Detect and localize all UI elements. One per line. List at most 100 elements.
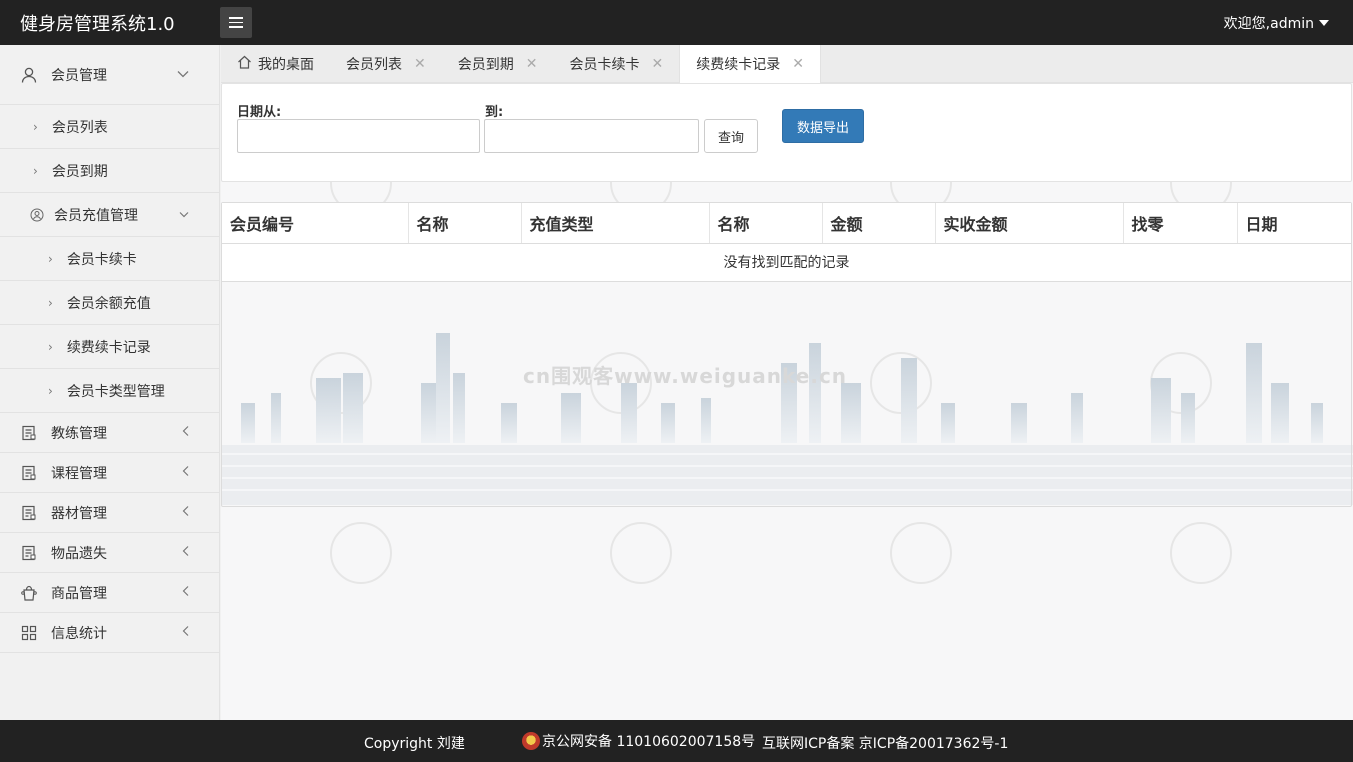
- tab-member-expiry[interactable]: 会员到期 ✕: [442, 45, 554, 83]
- column-header[interactable]: 会员编号: [222, 203, 409, 244]
- sidebar-item-label: 会员列表: [51, 119, 108, 136]
- chevron-left-icon: [182, 545, 189, 560]
- user-greeting: 欢迎您,admin: [1223, 16, 1314, 32]
- sidebar-item-label: 教练管理: [51, 425, 107, 442]
- query-button[interactable]: 查询: [704, 119, 758, 153]
- tab-renewal-records[interactable]: 续费续卡记录 ✕: [679, 45, 821, 83]
- top-header: 健身房管理系统1.0 欢迎您,admin: [0, 0, 1353, 45]
- sidebar-item-label: 续费续卡记录: [66, 339, 151, 356]
- tab-my-desktop[interactable]: 我的桌面: [221, 45, 330, 83]
- column-header[interactable]: 找零: [1123, 203, 1238, 244]
- document-icon: [20, 464, 38, 482]
- sidebar-item-recharge-management[interactable]: 会员充值管理: [0, 193, 219, 237]
- police-badge-icon: [522, 732, 540, 750]
- table-header-row: 会员编号 名称 充值类型 名称 金额 实收金额 找零 日期: [222, 203, 1351, 244]
- close-icon[interactable]: ✕: [792, 56, 804, 72]
- chevron-down-icon: [177, 67, 189, 82]
- chevron-left-icon: [182, 585, 189, 600]
- caret-down-icon: [1319, 20, 1329, 26]
- sidebar-item-card-renewal[interactable]: › 会员卡续卡: [0, 237, 219, 281]
- user-menu[interactable]: 欢迎您,admin: [1224, 13, 1329, 33]
- chevron-left-icon: [182, 505, 189, 520]
- tab-label: 续费续卡记录: [696, 57, 781, 73]
- copyright-text: Copyright 刘建: [364, 736, 465, 752]
- home-icon: [237, 55, 252, 73]
- hamburger-icon: [229, 17, 243, 19]
- sidebar-item-label: 会员卡续卡: [66, 251, 137, 268]
- column-header[interactable]: 日期: [1237, 203, 1351, 244]
- column-header[interactable]: 名称: [709, 203, 823, 244]
- empty-message: 没有找到匹配的记录: [222, 243, 1351, 282]
- chevron-right-icon: ›: [48, 295, 53, 310]
- records-table-panel: 会员编号 名称 充值类型 名称 金额 实收金额 找零 日期 没有找到匹配的记录: [221, 202, 1352, 507]
- sidebar-item-label: 会员余额充值: [66, 295, 151, 312]
- close-icon[interactable]: ✕: [526, 56, 538, 72]
- filter-panel: 日期从: 到: 查询 数据导出: [221, 83, 1352, 182]
- hamburger-icon-line: [229, 26, 243, 28]
- bag-icon: [20, 584, 38, 602]
- column-header[interactable]: 实收金额: [935, 203, 1124, 244]
- tab-label: 会员列表: [346, 57, 402, 73]
- sidebar-item-product-management[interactable]: 商品管理: [0, 573, 219, 613]
- sidebar-item-label: 物品遗失: [51, 545, 107, 562]
- chevron-left-icon: [182, 425, 189, 440]
- sidebar-item-label: 会员充值管理: [54, 207, 138, 224]
- sidebar-item-label: 会员卡类型管理: [66, 383, 165, 400]
- document-icon: [20, 424, 38, 442]
- sidebar-item-member-list[interactable]: › 会员列表: [0, 105, 219, 149]
- app-title: 健身房管理系统1.0: [20, 14, 175, 35]
- sidebar-item-card-type-management[interactable]: › 会员卡类型管理: [0, 369, 219, 413]
- chevron-right-icon: ›: [33, 163, 38, 178]
- chevron-down-icon: [179, 207, 189, 222]
- sidebar-item-label: 会员管理: [51, 67, 107, 84]
- tab-bar: 我的桌面 会员列表 ✕ 会员到期 ✕ 会员卡续卡 ✕ 续费续卡记录 ✕: [221, 45, 1353, 83]
- sidebar-item-label: 信息统计: [51, 625, 107, 642]
- police-record-text: 京公网安备 11010602007158号: [542, 734, 756, 750]
- sidebar-item-label: 商品管理: [51, 585, 107, 602]
- tab-label: 会员到期: [457, 57, 514, 73]
- sidebar-item-renewal-records[interactable]: › 续费续卡记录: [0, 325, 219, 369]
- date-from-input[interactable]: [237, 119, 480, 153]
- date-from-label: 日期从:: [237, 105, 282, 120]
- chevron-right-icon: ›: [48, 251, 53, 266]
- chevron-right-icon: ›: [33, 119, 38, 134]
- sidebar-item-label: 器材管理: [51, 505, 107, 522]
- sidebar-item-lost-items[interactable]: 物品遗失: [0, 533, 219, 573]
- chevron-left-icon: [182, 465, 189, 480]
- tab-label: 会员卡续卡: [569, 57, 640, 73]
- police-record-link[interactable]: 京公网安备 11010602007158号: [522, 731, 755, 751]
- chevron-right-icon: ›: [48, 383, 53, 398]
- menu-toggle-button[interactable]: [220, 7, 252, 38]
- sidebar-item-statistics[interactable]: 信息统计: [0, 613, 219, 653]
- grid-icon: [20, 624, 38, 642]
- export-button[interactable]: 数据导出: [782, 109, 864, 143]
- sidebar-item-equipment-management[interactable]: 器材管理: [0, 493, 219, 533]
- sidebar-item-label: 会员到期: [51, 163, 108, 180]
- sidebar-item-course-management[interactable]: 课程管理: [0, 453, 219, 493]
- column-header[interactable]: 金额: [822, 203, 936, 244]
- user-circle-icon: [30, 208, 44, 222]
- sidebar-item-member-expiry[interactable]: › 会员到期: [0, 149, 219, 193]
- icp-record-link[interactable]: 互联网ICP备案 京ICP备20017362号-1: [762, 733, 1008, 753]
- close-icon[interactable]: ✕: [651, 56, 663, 72]
- sidebar-item-coach-management[interactable]: 教练管理: [0, 413, 219, 453]
- chevron-left-icon: [182, 625, 189, 640]
- records-table: 会员编号 名称 充值类型 名称 金额 实收金额 找零 日期 没有找到匹配的记录: [222, 203, 1351, 282]
- tab-card-renewal[interactable]: 会员卡续卡 ✕: [553, 45, 679, 83]
- tab-label: 我的桌面: [258, 57, 314, 73]
- footer: Copyright 刘建 京公网安备 11010602007158号 互联网IC…: [0, 720, 1353, 762]
- tab-member-list[interactable]: 会员列表 ✕: [330, 45, 442, 83]
- column-header[interactable]: 充值类型: [521, 203, 710, 244]
- main-content: cn围观客www.weiguanke.cn 日期从: 到: 查询 数据导出 会员…: [221, 83, 1353, 720]
- date-to-label: 到:: [485, 105, 504, 120]
- sidebar-item-member-management[interactable]: 会员管理: [0, 45, 219, 105]
- user-icon: [20, 66, 38, 84]
- date-to-input[interactable]: [484, 119, 699, 153]
- document-icon: [20, 544, 38, 562]
- close-icon[interactable]: ✕: [414, 56, 426, 72]
- column-header[interactable]: 名称: [408, 203, 522, 244]
- hamburger-icon-line: [229, 21, 243, 24]
- sidebar-item-balance-recharge[interactable]: › 会员余额充值: [0, 281, 219, 325]
- table-row: 没有找到匹配的记录: [222, 243, 1351, 282]
- chevron-right-icon: ›: [48, 339, 53, 354]
